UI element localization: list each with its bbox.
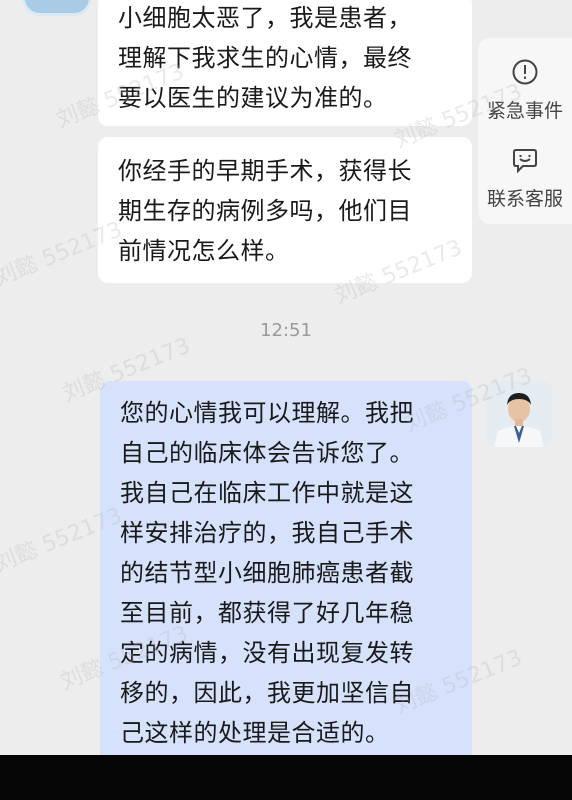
doctor-portrait-icon <box>486 381 552 447</box>
chat-screen: 小细胞太恶了，我是患者， 理解下我求生的心情，最终 要以医生的建议为准的。 你经… <box>0 0 572 755</box>
message-line: 定的病情，没有出现复发转 <box>120 639 414 667</box>
doctor-avatar[interactable] <box>486 381 552 447</box>
contact-service-button[interactable]: 联系客服 <box>478 146 572 211</box>
message-bubble-patient-2[interactable]: 你经手的早期手术，获得长 期生存的病例多吗，他们目 前情况怎么样。 <box>98 137 472 283</box>
message-timestamp: 12:51 <box>260 320 312 341</box>
message-line: 前情况怎么样。 <box>118 237 290 265</box>
patient-avatar[interactable] <box>22 0 92 16</box>
message-line: 自己的临床体会告诉您了。 <box>120 439 414 467</box>
message-line: 至目前，都获得了好几年稳 <box>120 599 414 627</box>
contact-service-label: 联系客服 <box>486 188 563 210</box>
message-line: 理解下我求生的心情，最终 <box>118 44 412 72</box>
message-line: 期生存的病例多吗，他们目 <box>118 197 412 225</box>
message-line: 要以医生的建议为准的。 <box>118 84 388 112</box>
message-bubble-doctor[interactable]: 您的心情我可以理解。我把 自己的临床体会告诉您了。 我自己在临床工作中就是这 样… <box>100 381 472 755</box>
emergency-button[interactable]: 紧急事件 <box>478 58 572 123</box>
message-line: 样安排治疗的，我自己手术 <box>120 519 414 547</box>
message-line: 己这样的处理是合适的。 <box>120 719 390 747</box>
message-line: 移的，因此，我更加坚信自 <box>120 679 414 707</box>
emergency-label: 紧急事件 <box>486 100 563 122</box>
message-line: 我自己在临床工作中就是这 <box>120 479 414 507</box>
message-line: 小细胞太恶了，我是患者， <box>118 4 412 32</box>
message-line: 你经手的早期手术，获得长 <box>118 157 412 185</box>
alert-circle-icon <box>512 59 538 85</box>
side-action-panel: 紧急事件 联系客服 <box>478 38 572 224</box>
message-line: 的结节型小细胞肺癌患者截 <box>120 559 414 587</box>
message-bubble-patient-1[interactable]: 小细胞太恶了，我是患者， 理解下我求生的心情，最终 要以医生的建议为准的。 <box>98 0 472 126</box>
system-navigation-bar <box>0 755 572 800</box>
chat-service-icon <box>513 149 537 174</box>
message-line: 您的心情我可以理解。我把 <box>120 399 414 427</box>
